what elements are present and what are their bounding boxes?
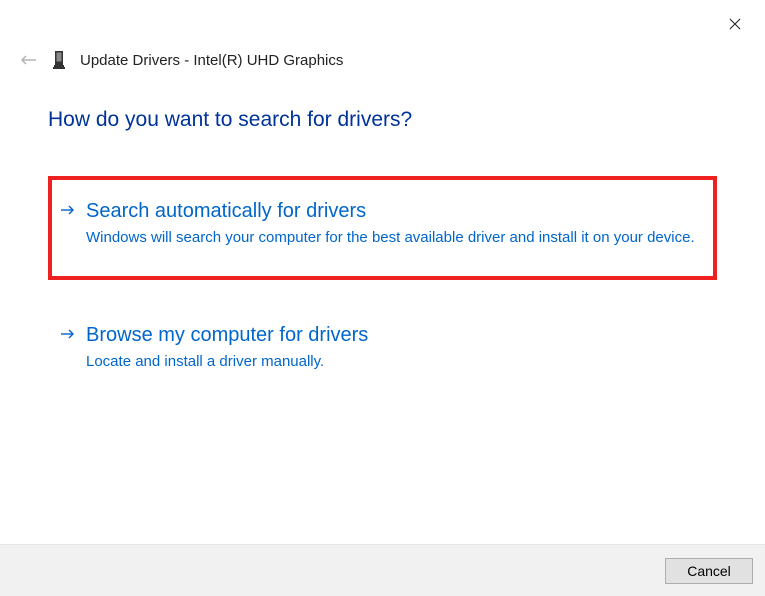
option-body: Browse my computer for drivers Locate an… xyxy=(86,324,699,372)
page-heading: How do you want to search for drivers? xyxy=(48,108,717,132)
device-icon xyxy=(52,50,66,70)
back-arrow-icon xyxy=(20,54,38,66)
arrow-right-icon xyxy=(60,327,76,345)
arrow-right-icon xyxy=(60,203,76,221)
footer: Cancel xyxy=(0,544,765,596)
content-area: How do you want to search for drivers? S… xyxy=(48,108,717,388)
option-description: Locate and install a driver manually. xyxy=(86,351,699,372)
close-icon xyxy=(729,17,741,31)
cancel-button[interactable]: Cancel xyxy=(665,558,753,584)
option-title: Browse my computer for drivers xyxy=(86,324,699,347)
option-search-automatically[interactable]: Search automatically for drivers Windows… xyxy=(48,176,717,280)
back-button[interactable] xyxy=(20,54,38,66)
option-body: Search automatically for drivers Windows… xyxy=(86,200,699,248)
header: Update Drivers - Intel(R) UHD Graphics xyxy=(20,50,343,70)
option-description: Windows will search your computer for th… xyxy=(86,227,699,248)
window-title: Update Drivers - Intel(R) UHD Graphics xyxy=(80,52,343,69)
option-browse-my-computer[interactable]: Browse my computer for drivers Locate an… xyxy=(48,310,717,388)
close-button[interactable] xyxy=(723,12,747,36)
option-title: Search automatically for drivers xyxy=(86,200,699,223)
